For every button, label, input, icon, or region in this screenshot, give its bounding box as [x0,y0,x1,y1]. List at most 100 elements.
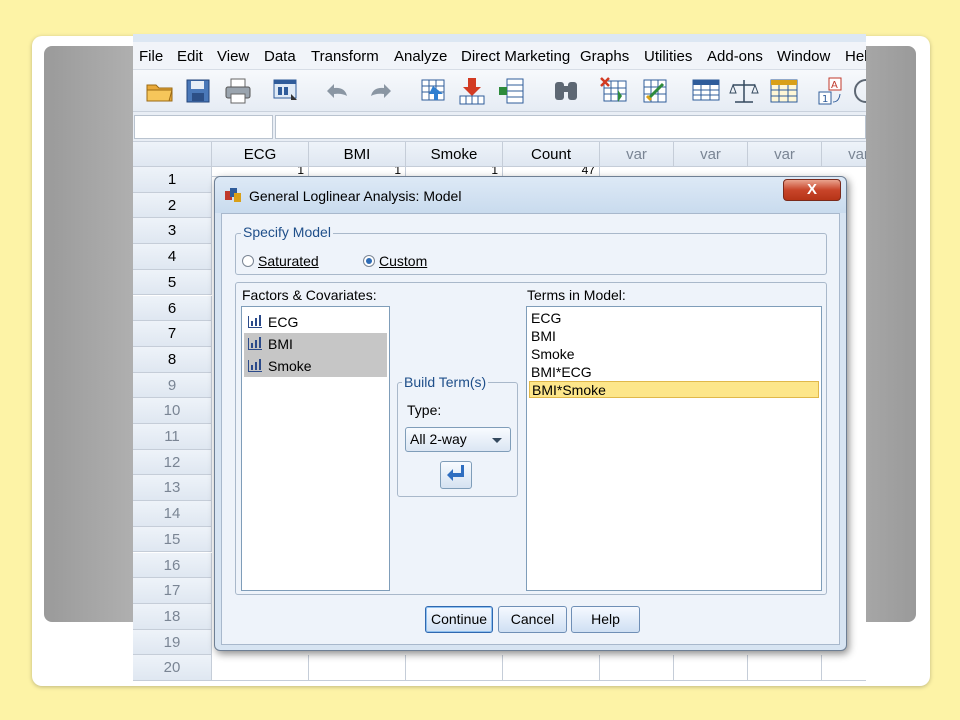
menu-direct-marketing[interactable]: Direct Marketing [461,48,570,65]
menu-data[interactable]: Data [264,48,296,65]
find-icon[interactable] [551,76,581,106]
weight-cases-icon[interactable] [729,76,759,106]
table-cell[interactable] [406,655,503,681]
row-header[interactable]: 1 [133,167,212,193]
cancel-button[interactable]: Cancel [498,606,567,633]
column-header-smoke[interactable]: Smoke [406,142,503,167]
dialog-body: Specify Model Saturated Custom Factors &… [221,213,840,645]
row-header[interactable]: 10 [133,398,212,424]
row-header[interactable]: 12 [133,449,212,476]
goto-case-icon[interactable] [419,76,449,106]
row-header[interactable]: 16 [133,552,212,579]
term-item-bmi-ecg[interactable]: BMI*ECG [529,364,819,381]
terms-in-model-list[interactable]: ECG BMI Smoke BMI*ECG BMI*Smoke [526,306,822,591]
menu-analyze[interactable]: Analyze [394,48,447,65]
menu-file[interactable]: File [139,48,163,65]
build-terms-title: Build Term(s) [402,374,489,390]
column-header-var[interactable]: var [674,142,748,167]
value-labels-icon[interactable]: A1 [817,76,847,106]
menu-view[interactable]: View [217,48,249,65]
row-header[interactable]: 18 [133,603,212,630]
row-header[interactable]: 11 [133,424,212,450]
row-header[interactable]: 5 [133,269,212,296]
row-header[interactable]: 9 [133,372,212,399]
factors-covariates-label: Factors & Covariates: [242,287,377,303]
column-header-var[interactable]: var [748,142,822,167]
arrow-left-icon [447,465,464,481]
column-header-ecg[interactable]: ECG [212,142,309,167]
row-header[interactable]: 8 [133,346,212,373]
row-header[interactable]: 14 [133,501,212,527]
variables-icon[interactable] [497,76,527,106]
spss-app-icon [225,188,241,202]
dialog-title: General Loglinear Analysis: Model [249,188,462,204]
continue-button[interactable]: Continue [425,606,493,633]
use-sets-icon[interactable] [851,76,866,106]
help-button[interactable]: Help [571,606,640,633]
table-cell[interactable] [674,655,748,681]
saturated-label[interactable]: Saturated [258,253,319,269]
loglinear-model-dialog: General Loglinear Analysis: Model X Spec… [214,176,847,651]
table-cell[interactable] [309,655,406,681]
row-header[interactable]: 7 [133,321,212,347]
row-header[interactable]: 4 [133,244,212,270]
table-cell[interactable] [212,655,309,681]
select-cases-icon[interactable] [769,76,799,106]
row-header[interactable]: 2 [133,192,212,219]
factors-covariates-list[interactable]: ECG BMI Smoke [241,306,390,591]
row-header[interactable]: 15 [133,526,212,553]
term-item-ecg[interactable]: ECG [529,310,819,327]
menu-window[interactable]: Window [777,48,830,65]
list-item-bmi[interactable]: BMI [244,333,387,355]
term-item-bmi[interactable]: BMI [529,328,819,345]
menu-transform[interactable]: Transform [311,48,379,65]
redo-icon[interactable] [365,76,395,106]
column-header-bmi[interactable]: BMI [309,142,406,167]
row-header[interactable]: 6 [133,295,212,322]
cell-name-box[interactable] [134,115,273,139]
insert-variable-icon[interactable] [641,76,671,106]
goto-variable-icon[interactable] [457,76,487,106]
column-header-var[interactable]: var [600,142,674,167]
split-file-icon[interactable] [691,76,721,106]
row-header[interactable]: 19 [133,629,212,656]
row-header[interactable]: 3 [133,218,212,245]
column-header-var[interactable]: var [822,142,866,167]
close-button[interactable]: X [783,179,841,201]
print-icon[interactable] [223,76,253,106]
insert-cases-icon[interactable] [599,76,629,106]
custom-radio[interactable] [363,255,375,267]
save-icon[interactable] [183,76,213,106]
table-cell[interactable] [748,655,822,681]
dialog-recall-icon[interactable] [271,76,301,106]
term-type-dropdown[interactable]: All 2-way [405,427,511,452]
open-folder-icon[interactable] [145,76,175,106]
table-cell[interactable] [822,655,866,681]
cell-value-field[interactable] [275,115,866,139]
table-cell[interactable] [600,655,674,681]
row-header[interactable]: 13 [133,475,212,502]
menu-bar: File Edit View Data Transform Analyze Di… [133,42,866,70]
term-type-value: All 2-way [410,431,467,447]
list-item-smoke[interactable]: Smoke [244,355,387,377]
menu-edit[interactable]: Edit [177,48,203,65]
custom-label[interactable]: Custom [379,253,427,269]
term-item-smoke[interactable]: Smoke [529,346,819,363]
menu-add-ons[interactable]: Add-ons [707,48,763,65]
undo-icon[interactable] [323,76,353,106]
cell-editor-bar [133,112,866,142]
column-header-count[interactable]: Count [503,142,600,167]
specify-model-title: Specify Model [241,224,333,240]
menu-help[interactable]: Hel [845,48,866,65]
add-term-button[interactable] [440,461,472,489]
table-cell[interactable] [503,655,600,681]
saturated-radio[interactable] [242,255,254,267]
menu-utilities[interactable]: Utilities [644,48,692,65]
row-header[interactable]: 17 [133,578,212,604]
scale-variable-icon [248,359,262,372]
svg-text:1: 1 [822,94,828,105]
term-item-bmi-smoke[interactable]: BMI*Smoke [529,381,819,398]
list-item-ecg[interactable]: ECG [244,311,387,333]
menu-graphs[interactable]: Graphs [580,48,629,65]
row-header[interactable]: 20 [133,655,212,681]
